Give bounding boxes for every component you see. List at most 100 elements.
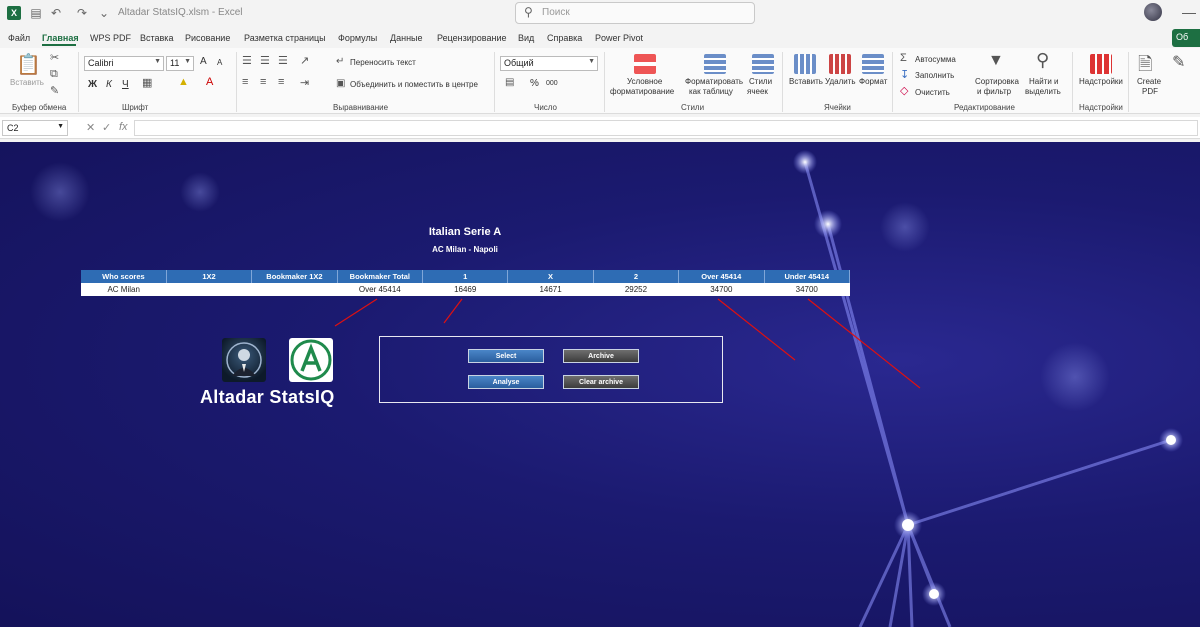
font-name-select[interactable]: Calibri ▼ [84, 56, 164, 71]
tab-file[interactable]: Файл [8, 33, 30, 43]
orientation-icon[interactable]: ↗ [300, 54, 309, 67]
conditional-formatting-icon[interactable] [634, 54, 656, 74]
find-select-label-1[interactable]: Найти и [1029, 77, 1059, 86]
archive-button[interactable]: Archive [563, 349, 639, 363]
format-cells-button[interactable]: Формат [859, 77, 887, 86]
tab-home[interactable]: Главная [42, 33, 79, 43]
merge-center-button[interactable]: Объединить и поместить в центре [350, 80, 478, 89]
wrap-text-button[interactable]: Переносить текст [350, 58, 416, 67]
tab-page-layout[interactable]: Разметка страницы [244, 33, 326, 43]
format-as-table-label-1[interactable]: Форматировать [685, 77, 743, 86]
minimize-icon[interactable]: — [1182, 4, 1196, 20]
create-pdf-label-1[interactable]: Create [1137, 77, 1161, 86]
cell-over[interactable]: 34700 [678, 283, 764, 296]
create-pdf-label-2[interactable]: PDF [1142, 87, 1158, 96]
percent-button[interactable]: % [530, 78, 539, 89]
tab-data[interactable]: Данные [390, 33, 423, 43]
cancel-icon[interactable]: ✕ [86, 121, 95, 134]
align-bottom-icon[interactable]: ☰ [278, 54, 288, 67]
header-bookmaker-1x2[interactable]: Bookmaker 1X2 [251, 270, 338, 283]
delete-cells-icon[interactable] [829, 54, 851, 74]
paste-icon[interactable]: 📋 [16, 52, 41, 77]
currency-icon[interactable]: ▤ [505, 77, 514, 88]
header-1[interactable]: 1 [422, 270, 509, 283]
enter-icon[interactable]: ✓ [102, 121, 111, 134]
font-color-icon[interactable]: A [206, 76, 213, 88]
cell-x[interactable]: 14671 [507, 283, 594, 296]
insert-function-button[interactable]: fx [119, 121, 128, 133]
italic-button[interactable]: К [106, 79, 112, 90]
paste-button[interactable]: Вставить [10, 78, 44, 87]
align-center-icon[interactable]: ≡ [260, 76, 266, 88]
header-under[interactable]: Under 45414 [764, 270, 850, 283]
header-x[interactable]: X [507, 270, 594, 283]
autosum-button[interactable]: Автосумма [915, 55, 956, 64]
tab-view[interactable]: Вид [518, 33, 534, 43]
font-size-select[interactable]: 11 ▼ [166, 56, 194, 71]
borders-icon[interactable]: ▦ [142, 76, 152, 89]
cell-bookmaker-1x2[interactable] [251, 283, 338, 296]
align-middle-icon[interactable]: ☰ [260, 54, 270, 67]
avatar[interactable] [1144, 3, 1162, 21]
grow-font-button[interactable]: A [200, 56, 207, 67]
header-1x2[interactable]: 1X2 [166, 270, 253, 283]
header-who-scores[interactable]: Who scores [81, 270, 167, 283]
conditional-formatting-label-2[interactable]: форматирование [610, 87, 674, 96]
share-button[interactable]: Об [1172, 29, 1200, 47]
sort-filter-label-2[interactable]: и фильтр [977, 87, 1011, 96]
cell-who-scores[interactable]: AC Milan [81, 283, 167, 296]
analyse-button[interactable]: Analyse [468, 375, 544, 389]
redo-icon[interactable]: ↷ [74, 5, 90, 21]
indent-icon[interactable]: ⇥ [300, 76, 309, 89]
search-input[interactable]: ⚲ Поиск [515, 2, 755, 24]
cell-bookmaker-total[interactable]: Over 45414 [337, 283, 423, 296]
insert-cells-button[interactable]: Вставить [789, 77, 823, 86]
customize-quick-access-icon[interactable]: ⌄ [96, 5, 112, 21]
cut-icon[interactable]: ✂ [50, 51, 59, 64]
conditional-formatting-label-1[interactable]: Условное [627, 77, 662, 86]
underline-button[interactable]: Ч [122, 79, 129, 90]
addins-icon[interactable] [1090, 54, 1112, 74]
fill-color-icon[interactable]: ▲ [178, 76, 189, 88]
format-as-table-label-2[interactable]: как таблицу [689, 87, 733, 96]
header-over[interactable]: Over 45414 [678, 270, 765, 283]
sign-pdf-icon[interactable]: ✎ [1172, 52, 1185, 72]
name-box[interactable]: C2 ▼ [2, 120, 68, 136]
tab-power-pivot[interactable]: Power Pivot [595, 33, 643, 43]
sort-filter-label-1[interactable]: Сортировка [975, 77, 1019, 86]
cell-1[interactable]: 16469 [422, 283, 508, 296]
shrink-font-button[interactable]: A [217, 58, 222, 67]
sort-filter-icon[interactable]: ▼ [988, 52, 1004, 70]
cell-styles-label-1[interactable]: Стили [749, 77, 772, 86]
number-format-select[interactable]: Общий ▼ [500, 56, 598, 71]
format-cells-icon[interactable] [862, 54, 884, 74]
align-right-icon[interactable]: ≡ [278, 76, 284, 88]
formula-input[interactable] [134, 120, 1198, 136]
fill-button[interactable]: Заполнить [915, 71, 954, 80]
find-select-label-2[interactable]: выделить [1025, 87, 1061, 96]
cell-under[interactable]: 34700 [764, 283, 850, 296]
tab-help[interactable]: Справка [547, 33, 582, 43]
cell-1x2[interactable] [166, 283, 252, 296]
addins-button[interactable]: Надстройки [1079, 77, 1123, 86]
tab-formulas[interactable]: Формулы [338, 33, 377, 43]
header-2[interactable]: 2 [593, 270, 680, 283]
bold-button[interactable]: Ж [88, 79, 97, 90]
copy-icon[interactable]: ⧉ [50, 68, 58, 81]
select-button[interactable]: Select [468, 349, 544, 363]
format-as-table-icon[interactable] [704, 54, 726, 74]
cell-styles-icon[interactable] [752, 54, 774, 74]
find-select-icon[interactable]: ⚲ [1036, 50, 1049, 71]
insert-cells-icon[interactable] [794, 54, 816, 74]
header-bookmaker-total[interactable]: Bookmaker Total [337, 270, 424, 283]
clear-archive-button[interactable]: Clear archive [563, 375, 639, 389]
clear-button[interactable]: Очистить [915, 88, 950, 97]
cell-styles-label-2[interactable]: ячеек [747, 87, 768, 96]
cell-2[interactable]: 29252 [593, 283, 679, 296]
delete-cells-button[interactable]: Удалить [825, 77, 856, 86]
align-left-icon[interactable]: ≡ [242, 76, 248, 88]
format-painter-icon[interactable]: ✎ [50, 84, 59, 97]
save-icon[interactable]: ▤ [28, 5, 44, 21]
tab-wps-pdf[interactable]: WPS PDF [90, 33, 131, 43]
align-top-icon[interactable]: ☰ [242, 54, 252, 67]
